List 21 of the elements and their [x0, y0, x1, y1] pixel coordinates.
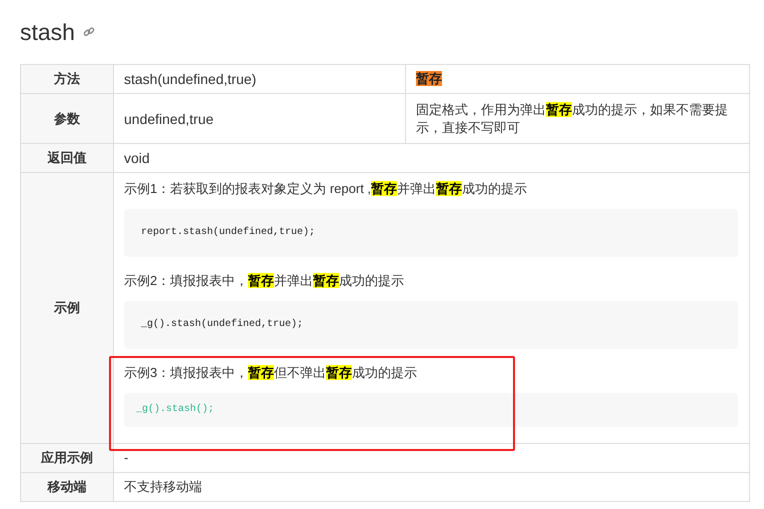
code-block: _g().stash();: [124, 393, 738, 427]
link-icon[interactable]: [82, 26, 95, 38]
row-label: 方法: [54, 71, 80, 86]
example-caption: 示例3：填报报表中，暂存但不弹出暂存成功的提示: [123, 364, 418, 382]
example-caption: 示例1：若获取到的报表对象定义为 report ,暂存并弹出暂存成功的提示: [123, 180, 528, 198]
code-block: _g().stash(undefined,true);: [124, 301, 738, 349]
tag-label: 暂存: [416, 71, 442, 86]
row-label: 应用示例: [41, 450, 93, 465]
cell-text: -: [124, 449, 130, 467]
row-label: 返回值: [48, 150, 86, 165]
row-label: 移动端: [48, 479, 86, 494]
row-label: 示例: [54, 300, 80, 315]
cell-text: void: [124, 149, 151, 167]
row-label: 参数: [54, 110, 80, 126]
page-title: stash: [20, 18, 75, 46]
example-caption: 示例2：填报报表中，暂存并弹出暂存成功的提示: [123, 272, 406, 290]
cell-text: 不支持移动端: [124, 478, 203, 496]
cell-text: stash(undefined,true): [124, 70, 258, 88]
cell-text: 固定格式，作用为弹出暂存成功的提示，如果不需要提示，直接不写即可: [416, 100, 729, 136]
code-block: report.stash(undefined,true);: [124, 209, 738, 257]
cell-text: undefined,true: [124, 110, 215, 128]
